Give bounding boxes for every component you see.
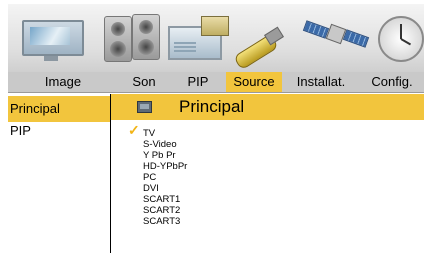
- checkmark-icon: ✓: [128, 122, 140, 138]
- sidebar-item-pip[interactable]: PIP: [8, 118, 110, 144]
- tab-config[interactable]: Config.: [360, 72, 424, 92]
- tab-installat[interactable]: Installat.: [282, 72, 360, 92]
- option-scart3[interactable]: SCART3: [143, 216, 187, 227]
- option-scart2[interactable]: SCART2: [143, 205, 187, 216]
- tab-son[interactable]: Son: [118, 72, 170, 92]
- option-label: DVI: [143, 183, 159, 194]
- option-label: SCART2: [143, 205, 181, 216]
- tab-bar: Image Son PIP Source Installat. Config.: [8, 72, 424, 93]
- menu-area: Principal PIP Principal ✓ TV S-Video Y P…: [8, 94, 424, 253]
- option-dvi[interactable]: DVI: [143, 183, 187, 194]
- option-scart1[interactable]: SCART1: [143, 194, 187, 205]
- option-label: TV: [143, 128, 156, 139]
- option-label: HD-YPbPr: [143, 161, 188, 172]
- source-options-list: ✓ TV S-Video Y Pb Pr HD-YPbPr PC DVI SCA…: [128, 123, 187, 227]
- option-label: Y Pb Pr: [143, 150, 176, 161]
- option-label: SCART1: [143, 194, 181, 205]
- tab-source[interactable]: Source: [226, 72, 282, 92]
- tv-icon: [137, 101, 152, 113]
- panel-title: Principal: [179, 97, 245, 116]
- option-y-pb-pr[interactable]: Y Pb Pr: [143, 150, 187, 161]
- option-s-video[interactable]: S-Video: [143, 139, 187, 150]
- option-pc[interactable]: PC: [143, 172, 187, 183]
- option-hd-ypbpr[interactable]: HD-YPbPr: [143, 161, 187, 172]
- sidebar: Principal PIP: [8, 94, 111, 253]
- option-label: SCART3: [143, 216, 181, 227]
- option-label: S-Video: [143, 139, 177, 150]
- menu-icon-strip: [8, 4, 424, 72]
- tab-pip[interactable]: PIP: [170, 72, 226, 92]
- option-label: PC: [143, 172, 157, 183]
- tab-image[interactable]: Image: [8, 72, 118, 92]
- panel-header: Principal: [111, 94, 424, 120]
- option-tv[interactable]: ✓ TV: [128, 123, 187, 139]
